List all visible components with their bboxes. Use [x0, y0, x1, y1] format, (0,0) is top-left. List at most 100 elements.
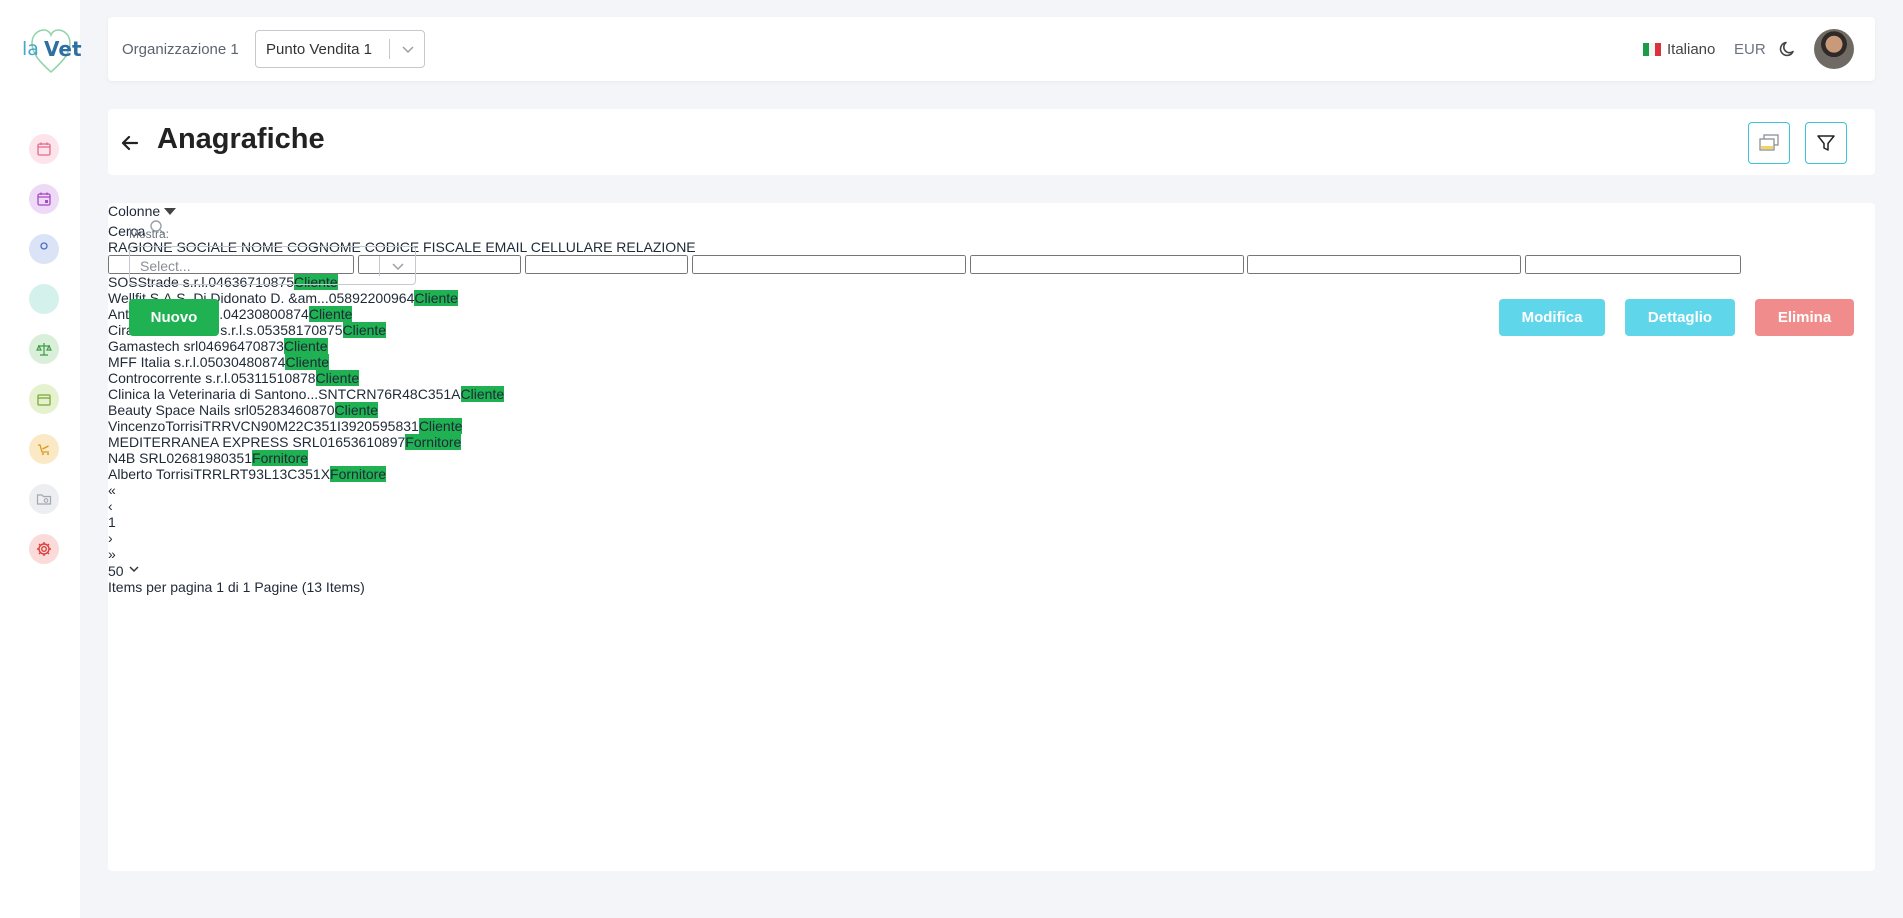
calendar-icon [37, 142, 51, 156]
cell-ragione: MFF Italia s.r.l. [108, 354, 200, 370]
relazione-badge: Fornitore [330, 466, 387, 482]
export-button[interactable] [1748, 122, 1790, 164]
filter-codice-fiscale[interactable] [691, 255, 966, 274]
relazione-badge: Fornitore [405, 434, 462, 450]
first-page-button[interactable]: « [108, 482, 1875, 498]
next-page-button[interactable]: › [108, 530, 1875, 546]
sidebar-item-user[interactable] [29, 234, 59, 264]
columns-menu[interactable]: Colonne [108, 203, 1875, 219]
sidebar-item-calendar[interactable] [29, 134, 59, 164]
logo[interactable]: la Vet [20, 28, 82, 74]
cell-cf: 05358170875 [256, 322, 343, 338]
language-label: Italiano [1667, 41, 1716, 58]
cell-ragione: MEDITERRANEA EXPRESS SRL [108, 434, 320, 450]
windows-icon [1759, 134, 1779, 151]
filter-button[interactable] [1805, 122, 1847, 164]
mostra-select[interactable]: Select... [129, 246, 416, 285]
search-input[interactable]: Cerca [108, 219, 1875, 239]
moon-icon[interactable] [1778, 39, 1798, 59]
sidebar-item-box[interactable] [29, 384, 59, 414]
dollar-icon [35, 290, 53, 308]
cell-cell: 3920595831 [340, 418, 419, 434]
column-header-email[interactable]: EMAIL [485, 239, 527, 255]
cell-cf: 02681980351 [166, 450, 253, 466]
logo-text-vet: Vet [44, 37, 82, 61]
arrow-left-icon[interactable] [118, 131, 142, 155]
table-row[interactable]: Wellfit S.A.S. Di Didonato D. &am...0589… [108, 290, 1875, 306]
store-select[interactable]: Punto Vendita 1 [255, 30, 425, 68]
grid-toolbar: Colonne Cerca [108, 203, 1875, 239]
table-row[interactable]: Cirar Ricambi V.I. s.r.l.s.05358170875Cl… [108, 322, 1875, 338]
cell-cf: 05311510878 [230, 370, 316, 386]
elimina-button[interactable]: Elimina [1755, 299, 1854, 336]
sidebar-item-calendar-event[interactable] [29, 184, 59, 214]
filter-relazione[interactable] [1525, 255, 1742, 274]
table-row[interactable]: VincenzoTorrisiTRRVCN90M22C351I392059583… [108, 418, 1875, 434]
sidebar-item-folder-search[interactable] [29, 484, 59, 514]
cell-cf: 05892200964 [328, 290, 415, 306]
mostra-placeholder: Select... [140, 258, 191, 274]
table-row[interactable]: Beauty Space Nails srl05283460870Cliente [108, 402, 1875, 418]
language-selector[interactable]: Italiano [1643, 41, 1715, 58]
organization-label: Organizzazione 1 [122, 41, 239, 58]
columns-menu-label: Colonne [108, 203, 161, 219]
column-header-relazione[interactable]: RELAZIONE [616, 239, 695, 255]
table-row[interactable]: Gamastech srl04696470873Cliente [108, 338, 1875, 354]
relazione-badge: Cliente [285, 354, 330, 370]
table-row[interactable]: Controcorrente s.r.l.05311510878Cliente [108, 370, 1875, 386]
page-1-button[interactable]: 1 [108, 514, 1875, 530]
cell-cf: 01653610897 [319, 434, 406, 450]
last-page-button[interactable]: » [108, 546, 1875, 562]
title-bar: Anagrafiche [108, 109, 1875, 175]
sidebar-item-cart[interactable] [29, 434, 59, 464]
cell-nome: Vincenzo [108, 418, 166, 434]
page-title: Anagrafiche [157, 123, 325, 155]
cell-cf: 05283460870 [248, 402, 335, 418]
sidebar: la Vet [0, 0, 82, 918]
table-row[interactable]: N4B SRL02681980351Fornitore [108, 450, 1875, 466]
cell-cf: SNTCRN76R48C351A [318, 386, 461, 402]
table-row[interactable]: MEDITERRANEA EXPRESS SRL01653610897Forni… [108, 434, 1875, 450]
top-header: Organizzazione 1 Punto Vendita 1 Italian… [108, 17, 1875, 81]
filter-cellulare[interactable] [1247, 255, 1522, 274]
table-row[interactable]: AnticaLibreria s.r.l.04230800874Cliente [108, 306, 1875, 322]
nuovo-button[interactable]: Nuovo [129, 299, 219, 336]
pagination: « ‹ 1 › » [108, 482, 1875, 562]
pagination-info: 1 di 1 Pagine (13 Items) [216, 579, 365, 595]
relazione-badge: Cliente [308, 306, 353, 322]
chevron-down-icon [402, 46, 414, 54]
sidebar-item-gear[interactable] [29, 534, 59, 564]
folder-search-icon [36, 494, 52, 505]
cell-cognome: Torrisi [165, 418, 203, 434]
cell-cf: 05030480874 [199, 354, 286, 370]
prev-page-button[interactable]: ‹ [108, 498, 1875, 514]
caret-down-icon [164, 208, 177, 215]
pager: « ‹ 1 › » 50 Items per pagina 1 di 1 Pag… [108, 482, 1875, 595]
relazione-badge: Cliente [418, 418, 463, 434]
relazione-badge: Fornitore [252, 450, 309, 466]
chevron-down-icon [129, 566, 139, 573]
calendar-event-icon [37, 192, 51, 206]
sidebar-item-scale[interactable] [29, 334, 59, 364]
mostra-label: Mostra: [129, 227, 170, 241]
page-size-value: 50 [108, 563, 124, 579]
page-size-select[interactable]: 50 [108, 562, 1875, 579]
table-row[interactable]: Alberto TorrisiTRRLRT93L13C351XFornitore [108, 466, 1875, 482]
cell-cf: TRRLRT93L13C351X [193, 466, 331, 482]
column-header-cellulare[interactable]: CELLULARE [531, 239, 613, 255]
table-row[interactable]: MFF Italia s.r.l.05030480874Cliente [108, 354, 1875, 370]
relazione-badge: Cliente [414, 290, 458, 306]
modifica-button[interactable]: Modifica [1499, 299, 1605, 336]
filter-email[interactable] [969, 255, 1244, 274]
content-card: Mostra: Select... Nuovo Modifica Dettagl… [108, 203, 1875, 871]
relazione-badge: Cliente [315, 370, 360, 386]
items-per-page-label: Items per pagina [108, 579, 213, 595]
chevron-down-icon [392, 263, 404, 271]
cell-ragione: N4B SRL [108, 450, 167, 466]
avatar[interactable] [1814, 29, 1854, 69]
currency-selector[interactable]: EUR [1734, 41, 1766, 58]
dettaglio-button[interactable]: Dettaglio [1625, 299, 1735, 336]
sidebar-item-dollar[interactable] [29, 284, 59, 314]
table-row[interactable]: Clinica la Veterinaria di Santono...SNTC… [108, 386, 1875, 402]
filter-cognome[interactable] [524, 255, 688, 274]
